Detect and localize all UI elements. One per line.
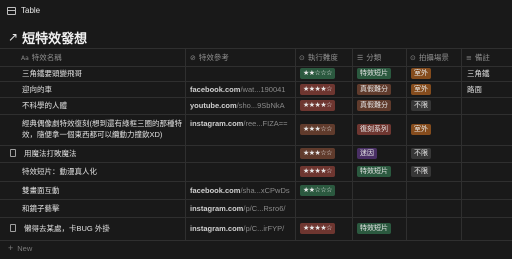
difficulty-rating-tag[interactable]: ★★★★☆ [300,100,335,111]
table-row[interactable]: 經典偶像劇特效復刻(想到還有綠框三圈的那種特效，隨便拿一個東西都可以纜動力撞飲X… [0,114,512,146]
scene-tag[interactable]: 室外 [411,68,431,79]
top-bar: Table [0,0,512,22]
row-name-cell[interactable]: 經典偶像劇特效復刻(想到還有綠框三圈的那種特效，隨便拿一個東西都可以纜動力撞飲X… [22,118,184,140]
reference-link[interactable]: facebook.com/wat...190041 [190,84,294,95]
category-tag[interactable]: 復刻系列 [357,124,391,135]
row-name-cell[interactable]: 迎向的車 [22,84,184,95]
reference-link[interactable]: instagram.com/p/C...irFYP/ [190,223,294,234]
column-header-name[interactable]: Aa 特效名稱 [21,49,62,66]
reference-link[interactable]: youtube.com/sho...9SbNkA [190,100,294,111]
category-tag[interactable]: 特效短片 [357,166,391,177]
scene-tag[interactable]: 不限 [411,148,431,159]
note-cell[interactable]: 路面 [467,84,482,95]
list-icon: ☰ [357,54,364,62]
select-icon: ⊙ [299,54,305,62]
reference-link[interactable]: instagram.com/ree...FIZA== [190,118,294,129]
select-icon: ⊙ [410,54,416,62]
row-name-cell[interactable]: 特效短片：動漫真人化 [22,166,184,177]
note-cell[interactable]: 三角鐵 [467,68,490,79]
column-header-difficulty[interactable]: ⊙ 執行難度 [299,49,338,66]
difficulty-rating-tag[interactable]: ★★★★☆ [300,166,335,177]
table-row[interactable]: 懶得去某處，卡BUG 外掛 instagram.com/p/C...irFYP/ ★… [0,217,512,241]
row-name-cell[interactable]: 雙畫面互動 [22,185,184,196]
text-type-icon: Aa [21,55,29,62]
difficulty-rating-tag[interactable]: ★★★★☆ [300,84,335,95]
difficulty-rating-tag[interactable]: ★★☆☆☆ [300,68,335,79]
category-tag[interactable]: 真假難分 [357,100,391,111]
category-tag[interactable]: 特效短片 [357,68,391,79]
column-header-category[interactable]: ☰ 分類 [357,49,381,66]
plus-icon: + [8,243,14,253]
column-header-reference[interactable]: ⊘ 特效參考 [190,49,229,66]
page-title-text[interactable]: 短特效發想 [22,28,87,47]
category-tag[interactable]: 特效短片 [357,223,391,234]
scene-tag[interactable]: 室外 [411,84,431,95]
category-tag[interactable]: 真假難分 [357,84,391,95]
table-row[interactable]: 不科學的人體 youtube.com/sho...9SbNkA ★★★★☆ 真假難分 不… [0,97,512,115]
table-row[interactable]: 用魔法打敗魔法 ★★★☆☆ 迷因 不限 [0,145,512,163]
table-row[interactable]: 和鏡子藝擊 instagram.com/p/C...Rsro6/ [0,199,512,218]
page-icon [10,149,16,157]
table-row[interactable]: 特效短片：動漫真人化 ★★★★☆ 特效短片 不限 [0,162,512,182]
page-icon [10,224,16,232]
row-name-cell[interactable]: 用魔法打敗魔法 [10,148,172,159]
table-row[interactable]: 雙畫面互動 facebook.com/sha...xCPwDs ★★☆☆☆ [0,181,512,200]
view-label[interactable]: Table [21,6,40,15]
arrow-up-right-icon: ↗ [8,30,19,44]
difficulty-rating-tag[interactable]: ★★★☆☆ [300,148,335,159]
row-name-cell[interactable]: 和鏡子藝擊 [22,203,184,214]
table-row[interactable]: 迎向的車 facebook.com/wat...190041 ★★★★☆ 真假難分 室外… [0,81,512,98]
scene-tag[interactable]: 室外 [411,124,431,135]
row-name-cell[interactable]: 三角鐵要頭變飛哥 [22,68,184,79]
difficulty-rating-tag[interactable]: ★★★☆☆ [300,124,335,135]
reference-link[interactable]: instagram.com/p/C...Rsro6/ [190,203,294,214]
row-name-cell[interactable]: 懶得去某處，卡BUG 外掛 [10,223,172,234]
column-header-note[interactable]: ≡ 備註 [466,49,490,66]
column-header-scene[interactable]: ⊙ 拍攝場景 [410,49,449,66]
reference-link[interactable]: facebook.com/sha...xCPwDs [190,185,294,196]
new-row-button[interactable]: + New [8,243,32,253]
page-title: ↗ 短特效發想 [8,28,87,47]
row-name-cell[interactable]: 不科學的人體 [22,100,184,111]
table-icon [7,7,16,15]
category-tag[interactable]: 迷因 [357,148,377,159]
link-icon: ⊘ [190,54,196,62]
table-row[interactable]: 三角鐵要頭變飛哥 ★★☆☆☆ 特效短片 室外 三角鐵 [0,65,512,82]
text-lines-icon: ≡ [466,54,472,62]
difficulty-rating-tag[interactable]: ★★☆☆☆ [300,185,335,196]
difficulty-rating-tag[interactable]: ★★★★☆ [300,223,335,234]
scene-tag[interactable]: 不限 [411,166,431,177]
scene-tag[interactable]: 不限 [411,100,431,111]
